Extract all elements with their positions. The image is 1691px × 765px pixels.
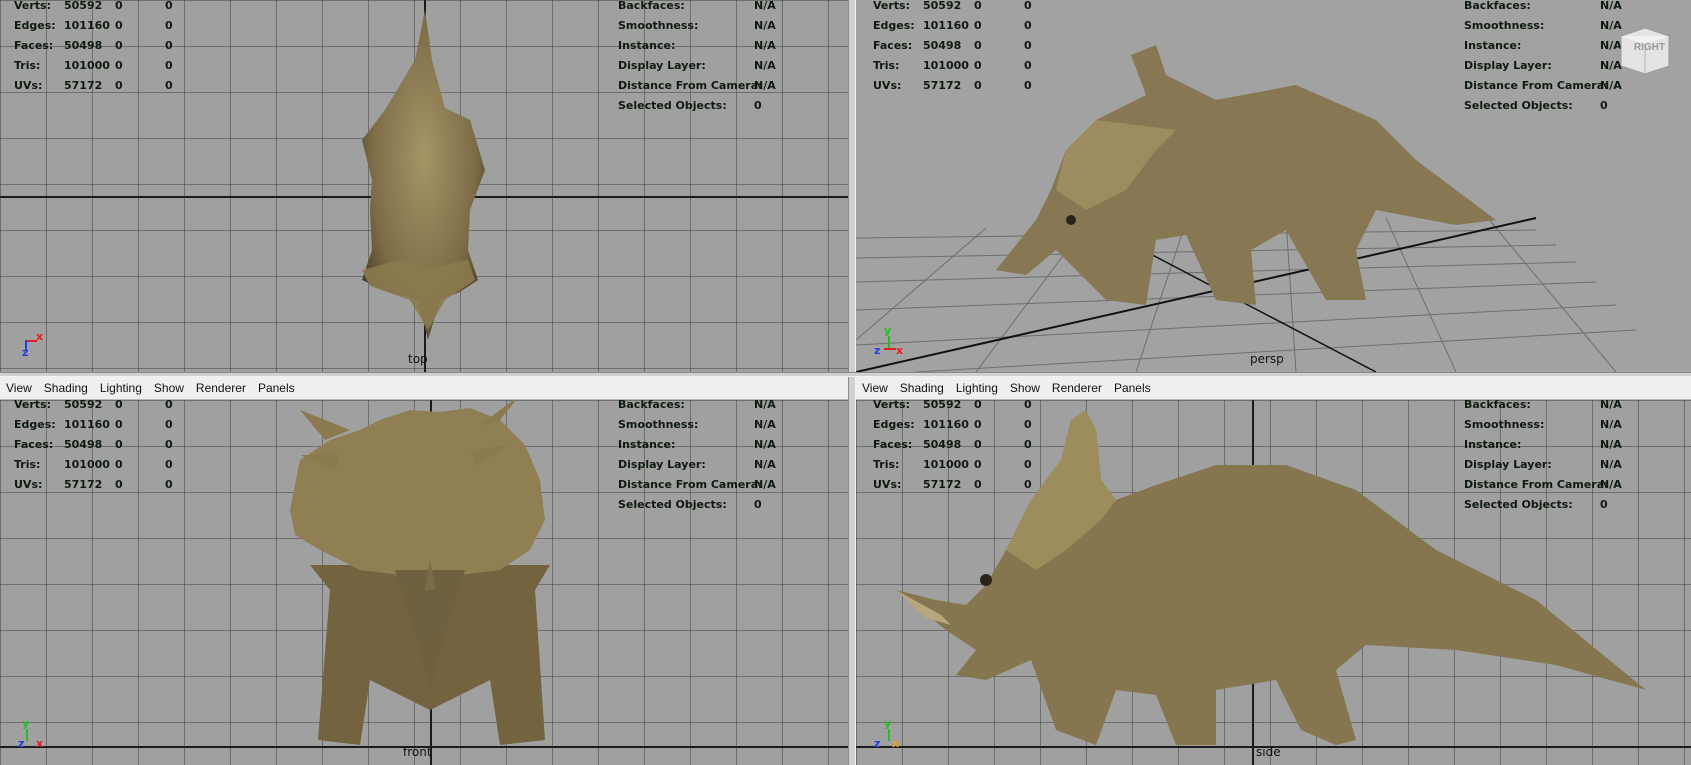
viewport-panel-side: View Shading Lighting Show Renderer Pane… (856, 377, 1691, 765)
viewport-canvas-persp[interactable]: Verts: 50592 0 0 Edges: 101160 0 0 Faces: 50498… (856, 0, 1691, 372)
viewport-canvas-top[interactable]: Verts: 50592 0 0 Edges: 101160 0 0 Faces: 50498… (0, 0, 848, 372)
menu-show[interactable]: Show (1004, 381, 1046, 395)
axis-z-label: z (18, 737, 25, 750)
hud-poly-count: Verts: 50592 0 0 Edges: 101160 0 0 Faces: 50498… (14, 400, 173, 491)
axis-gizmo-side: y z x (874, 717, 904, 753)
menu-panels[interactable]: Panels (252, 381, 301, 395)
axis-x-label: x (896, 344, 904, 357)
axis-gizmo-front: y z x (18, 717, 48, 753)
axis-x-line-icon (884, 348, 896, 350)
hud-object-details: Backfaces: N/A Smoothness: N/A Instance: N/… (1464, 400, 1622, 511)
pane-splitter-vertical[interactable] (848, 0, 856, 765)
viewport-menubar-front: View Shading Lighting Show Renderer Pane… (0, 377, 848, 400)
camera-label-top: top (408, 352, 428, 366)
viewport-panel-front: View Shading Lighting Show Renderer Pane… (0, 377, 848, 765)
hud-object-details: Backfaces: N/A Smoothness: N/A Instance: N/… (618, 400, 776, 511)
axis-y-line-icon (888, 336, 890, 348)
hud-poly-count: Verts: 50592 0 0 Edges: 101160 0 0 Faces: 50498… (14, 0, 173, 92)
hud-poly-count: Verts: 50592 0 0 Edges: 101160 0 0 Faces: 50498… (873, 0, 1032, 92)
menu-renderer[interactable]: Renderer (1046, 381, 1108, 395)
axis-z-label: z (874, 344, 881, 357)
hud-poly-count: Verts: 50592 0 0 Edges: 101160 0 0 Faces: 50498… (873, 400, 1032, 491)
menu-view[interactable]: View (0, 381, 38, 395)
camera-label-side: side (1256, 745, 1281, 759)
menu-shading[interactable]: Shading (38, 381, 94, 395)
axis-z-line-icon (25, 340, 27, 350)
viewcube-icon[interactable]: RIGHT (1615, 22, 1673, 80)
axis-gizmo-top: x z (18, 330, 48, 360)
axis-z-label: z (874, 737, 881, 750)
viewport-canvas-side[interactable]: Verts: 50592 0 0 Edges: 101160 0 0 Faces: 50498… (856, 400, 1691, 765)
axis-y-line-icon (888, 729, 890, 741)
axis-x-label: x (36, 737, 44, 750)
axis-gizmo-persp: y z x (874, 324, 904, 360)
viewport-panel-top: Verts: 50592 0 0 Edges: 101160 0 0 Faces: 50498… (0, 0, 848, 372)
axis-x-label: x (892, 737, 900, 750)
viewport-panel-persp: Verts: 50592 0 0 Edges: 101160 0 0 Faces: 50498… (856, 0, 1691, 372)
hud-object-details: Backfaces: N/A Smoothness: N/A Instance: N/… (618, 0, 776, 112)
menu-renderer[interactable]: Renderer (190, 381, 252, 395)
viewport-canvas-front[interactable]: Verts: 50592 0 0 Edges: 101160 0 0 Faces: 50498… (0, 400, 848, 765)
menu-panels[interactable]: Panels (1108, 381, 1157, 395)
pane-splitter-horizontal[interactable] (0, 372, 1691, 377)
menu-lighting[interactable]: Lighting (950, 381, 1004, 395)
viewport-menubar-side: View Shading Lighting Show Renderer Pane… (856, 377, 1691, 400)
camera-label-front: front (403, 745, 432, 759)
menu-show[interactable]: Show (148, 381, 190, 395)
menu-lighting[interactable]: Lighting (94, 381, 148, 395)
menu-view[interactable]: View (856, 381, 894, 395)
menu-shading[interactable]: Shading (894, 381, 950, 395)
viewcube-face-label: RIGHT (1633, 42, 1665, 53)
axis-x-label: x (36, 330, 44, 343)
axis-y-line-icon (26, 729, 28, 741)
camera-label-persp: persp (1250, 352, 1284, 366)
